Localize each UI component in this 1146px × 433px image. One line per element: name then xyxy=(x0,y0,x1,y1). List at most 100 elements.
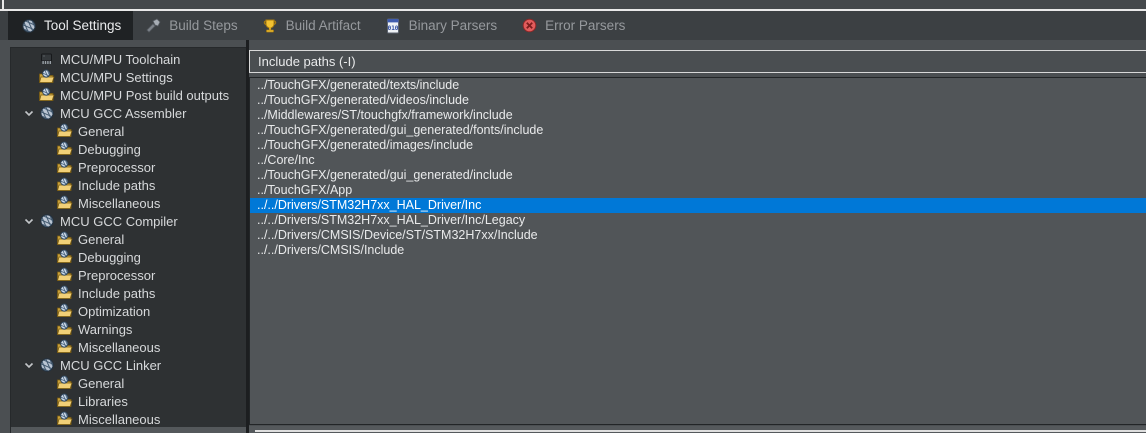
include-paths-panel: Include paths (-I) ../TouchGFX/generated… xyxy=(249,40,1146,433)
tree-item-miscellaneous[interactable]: Miscellaneous xyxy=(11,194,246,212)
tree-item-label: Include paths xyxy=(78,285,156,301)
include-path-row[interactable]: ../TouchGFX/generated/gui_generated/incl… xyxy=(250,168,1146,183)
category-icon xyxy=(56,393,73,409)
tree-item-libraries[interactable]: Libraries xyxy=(11,392,246,410)
upper-widget-corner xyxy=(2,0,4,9)
tree-item-label: Include paths xyxy=(78,177,156,193)
category-icon xyxy=(56,375,73,391)
include-path-row[interactable]: ../../Drivers/CMSIS/Device/ST/STM32H7xx/… xyxy=(250,228,1146,243)
include-paths-list: ../TouchGFX/generated/texts/include ../To… xyxy=(249,77,1146,425)
chevron-down-icon[interactable] xyxy=(20,212,38,230)
include-paths-header: Include paths (-I) xyxy=(249,50,1146,73)
include-path-row[interactable]: ../../Drivers/STM32H7xx_HAL_Driver/Inc/L… xyxy=(250,213,1146,228)
svg-text:010: 010 xyxy=(388,25,399,32)
tree-item-label: Libraries xyxy=(78,393,128,409)
chevron-down-icon[interactable] xyxy=(20,104,38,122)
category-icon xyxy=(56,159,73,175)
tree-item-label: Miscellaneous xyxy=(78,195,161,211)
category-icon xyxy=(56,411,73,427)
tree-item-warnings[interactable]: Warnings xyxy=(11,320,246,338)
include-path-row[interactable]: ../TouchGFX/App xyxy=(250,183,1146,198)
build-artifact-icon xyxy=(262,17,279,34)
include-path-row[interactable]: ../TouchGFX/generated/texts/include xyxy=(250,78,1146,93)
category-icon xyxy=(56,177,73,193)
tree-item-label: MCU GCC Compiler xyxy=(60,213,178,229)
tab-tool-settings[interactable]: Tool Settings xyxy=(8,11,134,40)
category-icon xyxy=(56,339,73,355)
tree-item-include-paths[interactable]: Include paths xyxy=(11,176,246,194)
tab-binary-parsers[interactable]: 010 Binary Parsers xyxy=(373,11,510,40)
include-path-row-selected[interactable]: ../../Drivers/STM32H7xx_HAL_Driver/Inc xyxy=(250,198,1146,213)
include-path-row[interactable]: ../../Drivers/CMSIS/Include xyxy=(250,243,1146,258)
tree-item-debugging[interactable]: Debugging xyxy=(11,248,246,266)
bottom-strip xyxy=(249,426,1146,433)
tree-item-mcu-gcc-linker[interactable]: MCU GCC Linker xyxy=(11,356,246,374)
tool-settings-tree: MCU/MPU Toolchain MCU/MPU Settings MCU/MPU… xyxy=(10,47,246,433)
tab-label: Build Steps xyxy=(169,18,238,33)
tree-item-preprocessor[interactable]: Preprocessor xyxy=(11,158,246,176)
tree-item-label: Debugging xyxy=(78,249,141,265)
category-icon xyxy=(56,141,73,157)
tree-item-label: General xyxy=(78,231,125,247)
tree-item-mcu-mpu-toolchain[interactable]: MCU/MPU Toolchain xyxy=(11,50,246,68)
tree-item-label: MCU/MPU Post build outputs xyxy=(60,87,230,103)
tree-item-include-paths[interactable]: Include paths xyxy=(11,284,246,302)
tree-item-general[interactable]: General xyxy=(11,374,246,392)
category-icon xyxy=(56,231,73,247)
include-path-row[interactable]: ../TouchGFX/generated/images/include xyxy=(250,138,1146,153)
tree-item-label: Optimization xyxy=(78,303,151,319)
tree-item-optimization[interactable]: Optimization xyxy=(11,302,246,320)
tree-item-label: Warnings xyxy=(78,321,133,337)
include-paths-header-label: Include paths (-I) xyxy=(258,54,356,69)
tab-build-steps[interactable]: Build Steps xyxy=(133,11,249,40)
category-icon xyxy=(56,267,73,283)
include-path-row[interactable]: ../Core/Inc xyxy=(250,153,1146,168)
include-path-row[interactable]: ../TouchGFX/generated/gui_generated/font… xyxy=(250,123,1146,138)
tree-item-general[interactable]: General xyxy=(11,230,246,248)
tree-item-general[interactable]: General xyxy=(11,122,246,140)
category-icon xyxy=(56,321,73,337)
tool-icon xyxy=(38,357,55,373)
tree-item-mcu-mpu-settings[interactable]: MCU/MPU Settings xyxy=(11,68,246,86)
chevron-down-icon[interactable] xyxy=(20,356,38,374)
tree-item-debugging[interactable]: Debugging xyxy=(11,140,246,158)
tree-item-miscellaneous[interactable]: Miscellaneous xyxy=(11,338,246,356)
tree-horizontal-scrollbar[interactable] xyxy=(11,427,246,433)
include-path-row[interactable]: ../TouchGFX/generated/videos/include xyxy=(250,93,1146,108)
tree-item-mcu-mpu-post-build-outputs[interactable]: MCU/MPU Post build outputs xyxy=(11,86,246,104)
tool-settings-icon xyxy=(20,17,37,34)
tab-label: Tool Settings xyxy=(44,18,122,33)
tree-item-mcu-gcc-assembler[interactable]: MCU GCC Assembler xyxy=(11,104,246,122)
tab-error-parsers[interactable]: Error Parsers xyxy=(509,11,637,40)
tree-item-label: General xyxy=(78,375,125,391)
category-icon xyxy=(56,123,73,139)
tree-item-label: MCU/MPU Settings xyxy=(60,69,173,85)
tree-rows: MCU/MPU Toolchain MCU/MPU Settings MCU/MPU… xyxy=(11,50,246,428)
tree-item-miscellaneous[interactable]: Miscellaneous xyxy=(11,410,246,428)
tree-item-label: Preprocessor xyxy=(78,159,156,175)
tab-build-artifact[interactable]: Build Artifact xyxy=(250,11,373,40)
tree-item-label: Miscellaneous xyxy=(78,339,161,355)
tree-item-label: General xyxy=(78,123,125,139)
error-parsers-icon xyxy=(521,17,538,34)
tree-item-preprocessor[interactable]: Preprocessor xyxy=(11,266,246,284)
tree-item-mcu-gcc-compiler[interactable]: MCU GCC Compiler xyxy=(11,212,246,230)
tool-icon xyxy=(38,105,55,121)
tree-item-label: Miscellaneous xyxy=(78,411,161,427)
include-path-row[interactable]: ../Middlewares/ST/touchgfx/framework/inc… xyxy=(250,108,1146,123)
tree-item-label: Debugging xyxy=(78,141,141,157)
